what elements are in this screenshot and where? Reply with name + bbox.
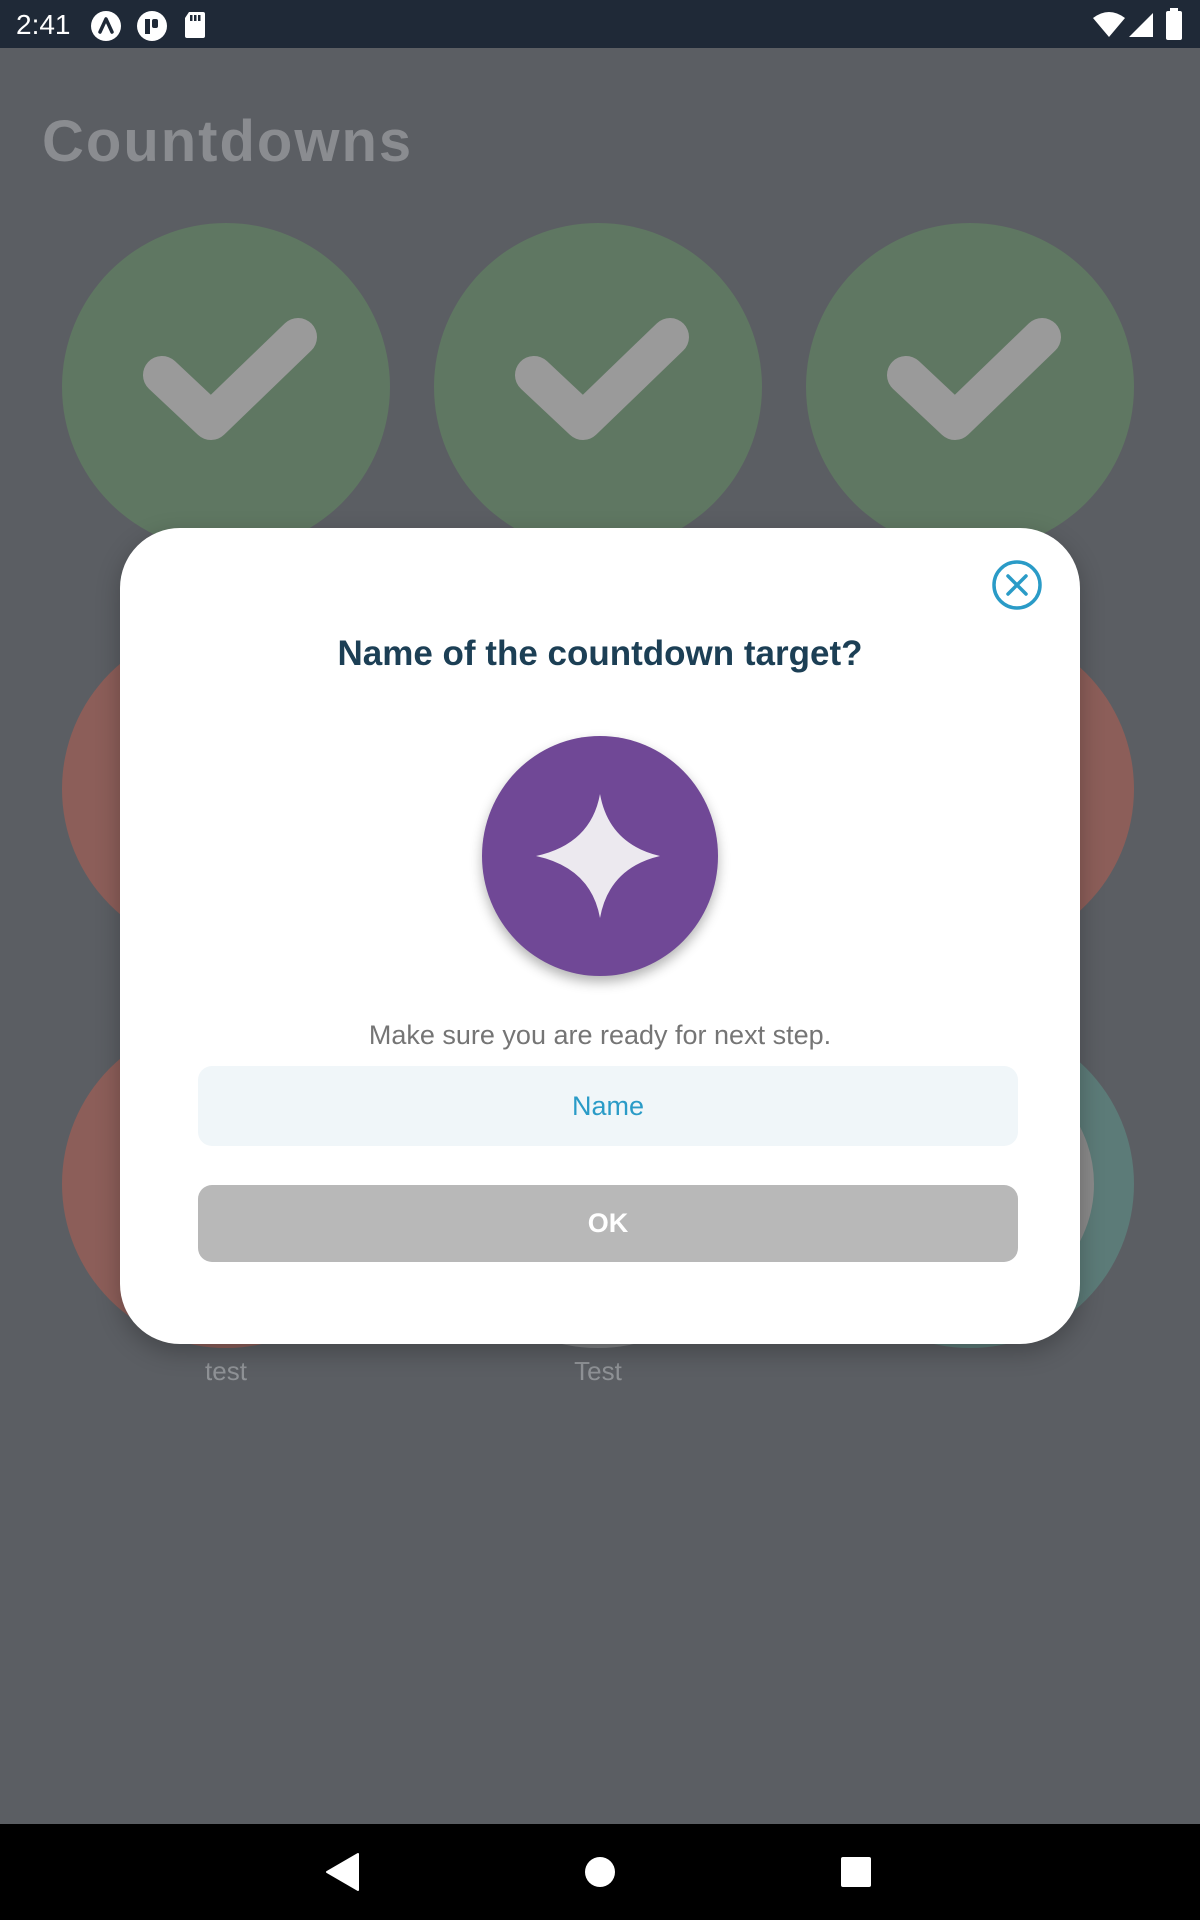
page-title: Countdowns [42,109,414,174]
dialog-subtitle: Make sure you are ready for next step. [368,1020,832,1050]
sd-card-icon [183,10,207,45]
app-a-icon [90,10,122,47]
name-input[interactable] [198,1066,1018,1146]
close-icon [992,560,1042,610]
countdown-label: Test [574,1356,622,1386]
status-time: 2:41 [16,9,71,40]
home-icon [585,1857,615,1887]
ok-button[interactable]: OK [198,1185,1018,1262]
countdown-label: test [205,1356,247,1386]
back-button[interactable] [282,1824,402,1920]
back-icon [326,1853,359,1891]
status-bar: 2:41 [0,0,1200,48]
countdown-item-completed[interactable] [62,223,390,551]
signal-icon [1128,12,1154,43]
countdown-item-completed[interactable] [806,223,1134,551]
checkmark-icon [143,318,317,440]
dialog-avatar [482,736,718,976]
wifi-icon [1092,12,1126,43]
checkmark-icon [887,318,1061,440]
name-dialog: Name of the countdown target? Make sure … [120,528,1080,1344]
home-button[interactable] [540,1824,660,1920]
app-p-icon [136,10,168,47]
sparkle-icon [536,794,660,918]
checkmark-icon [515,318,689,440]
navigation-bar [0,1824,1200,1920]
countdown-item-completed[interactable] [434,223,762,551]
dialog-title: Name of the countdown target? [337,634,863,673]
recents-icon [841,1857,871,1887]
battery-icon [1166,8,1182,45]
close-button[interactable] [990,558,1044,612]
recents-button[interactable] [796,1824,916,1920]
